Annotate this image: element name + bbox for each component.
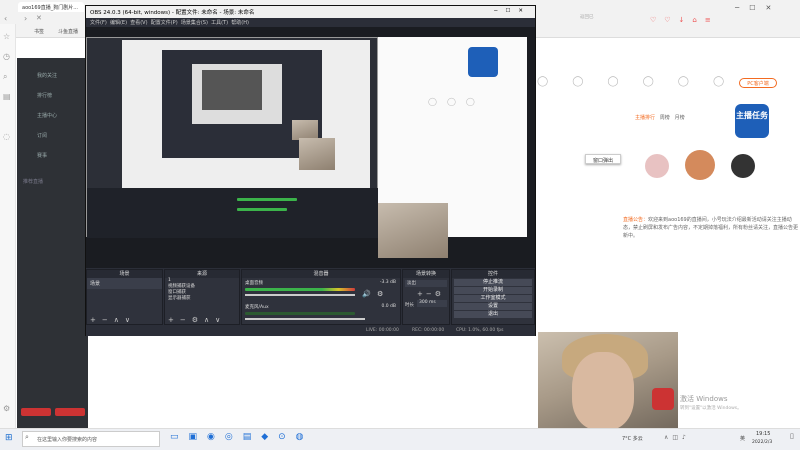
lang-indicator[interactable]: 英: [740, 435, 745, 442]
obs-statusbar: LIVE: 00:00:00 REC: 00:00:00 CPU: 1.0%, …: [86, 326, 535, 336]
desktop-meter: [245, 288, 355, 291]
rec-time: REC: 00:00:00: [412, 328, 445, 333]
popup-button[interactable]: 窗口弹出: [585, 154, 621, 164]
start-record-button[interactable]: 开始录制: [454, 287, 532, 294]
reload-icon[interactable]: ✕: [36, 14, 42, 22]
sources-header: 来源: [165, 270, 239, 278]
exit-button[interactable]: 退出: [454, 311, 532, 318]
taskbar-app-icons[interactable]: ▭▣◉◎▤◆⊙◍: [170, 432, 314, 442]
forward-icon[interactable]: ›: [24, 14, 27, 23]
search-icon[interactable]: ⌕: [3, 72, 7, 82]
settings-button[interactable]: 设置: [454, 303, 532, 310]
site-sidebar: 我的关注 排行榜 主播中心 订阅 赛事 推荐直播: [17, 58, 88, 428]
controls-header: 控件: [452, 270, 534, 278]
history-icon[interactable]: ◷: [3, 52, 10, 61]
activate-watermark: 激活 Windows: [680, 395, 728, 403]
taskbar-search-input[interactable]: 在这里输入你要搜索的内容: [22, 431, 160, 447]
nested-obs: [162, 50, 322, 158]
windows-start-icon[interactable]: ⊞: [5, 433, 13, 443]
browser-tab[interactable]: aoo169直播_狗门剧片...: [18, 2, 84, 12]
mic-label: 麦克风/Aux: [245, 305, 269, 310]
chat-icon[interactable]: ◌: [3, 132, 10, 141]
controls-panel: 控件 停止推流 开始录制 工作室模式 设置 退出: [451, 269, 535, 325]
search-icon: ⌕: [25, 433, 29, 441]
back-icon[interactable]: ‹: [4, 14, 7, 23]
nested-webcam: [299, 138, 335, 170]
transitions-header: 场景转换: [403, 270, 449, 278]
sidebar-red-button[interactable]: [21, 408, 51, 416]
mic-meter: [245, 312, 355, 315]
obs-window: OBS 24.0.3 (64-bit, windows) - 配置文件: 未命名…: [85, 5, 536, 336]
sidebar-red-button-2[interactable]: [55, 408, 85, 416]
star-icon[interactable]: ☆: [3, 32, 10, 41]
sidebar-item[interactable]: 主播中心: [37, 112, 57, 119]
webcam-person-face: [572, 352, 634, 430]
mic-db: 0.0 dB: [381, 304, 396, 309]
transition-select[interactable]: 淡出: [405, 280, 447, 287]
avatar[interactable]: [685, 150, 715, 180]
desktop-volume-slider[interactable]: [245, 294, 355, 296]
scene-toolbar[interactable]: +−∧∨: [90, 316, 136, 324]
weather-label[interactable]: 7°C 多云: [622, 435, 643, 442]
stop-stream-button[interactable]: 停止推流: [454, 279, 532, 286]
obs-menu[interactable]: 文件(F) 编辑(E) 查看(V) 配置文件(P) 场景集合(S) 工具(T) …: [86, 18, 535, 27]
avatar[interactable]: [731, 154, 755, 178]
rank-tabs[interactable]: 主播排行 周榜 月榜: [635, 114, 795, 124]
announcement: 直播公告：欢迎来到aoo169的直播间，小号玩法介绍最新活动请关注主播动态，禁止…: [623, 217, 799, 239]
obs-preview[interactable]: ◯◯◯: [86, 27, 535, 268]
mixer-panel: 混音器 桌面音频 -3.3 dB 🔊 ⚙ 麦克风/Aux 0.0 dB: [241, 269, 401, 325]
desktop-audio-db: -3.3 dB: [379, 280, 396, 285]
transition-toolbar[interactable]: +−⚙: [417, 290, 444, 298]
tray-icons[interactable]: ∧◫♪: [664, 434, 690, 441]
scene-item[interactable]: 场景: [87, 278, 162, 289]
clock-time[interactable]: 19:15: [756, 431, 770, 437]
sidebar-section: 推荐直播: [23, 179, 44, 185]
studio-mode-button[interactable]: 工作室模式: [454, 295, 532, 302]
promo-badge[interactable]: 主播任务: [735, 104, 769, 138]
nested-docks: [87, 188, 379, 238]
source-toolbar[interactable]: +−⚙∧∨: [168, 316, 226, 324]
doc-icon[interactable]: ▤: [3, 92, 11, 101]
sources-panel: 来源 1 视频捕获设备 窗口捕获 显示器捕获 +−⚙∧∨: [164, 269, 240, 325]
scenes-header: 场景: [87, 270, 162, 278]
mic-volume-slider[interactable]: [245, 318, 365, 320]
sidebar-item[interactable]: 订阅: [37, 132, 47, 139]
activate-watermark-sub: 转到"设置"以激活 Windows。: [680, 406, 742, 411]
transitions-panel: 场景转换 淡出 +−⚙ 时长 300 ms: [402, 269, 450, 325]
cpu-fps: CPU: 1.0%, 60.00 fps: [456, 328, 504, 333]
duration-label: 时长: [405, 303, 414, 308]
sidebar-item[interactable]: 排行榜: [37, 92, 52, 99]
webcam-overlay: [538, 332, 678, 436]
webcam-logo: [652, 388, 674, 410]
obs-title: OBS 24.0.3 (64-bit, windows) - 配置文件: 未命名…: [86, 6, 535, 18]
duration-input[interactable]: 300 ms: [417, 300, 447, 307]
settings-icon[interactable]: ⚙: [3, 404, 10, 413]
bookmark-douyu[interactable]: 斗鱼直播: [58, 28, 78, 35]
clock-date[interactable]: 2022/2/3: [752, 440, 772, 445]
sidebar-item[interactable]: 我的关注: [37, 72, 57, 79]
window-controls[interactable]: ─☐✕: [735, 4, 781, 12]
nested-obs-preview: [192, 64, 282, 124]
gear-icon[interactable]: ⚙: [377, 290, 383, 298]
speaker-icon[interactable]: 🔊: [362, 290, 371, 298]
browser-siderail: ☆ ◷ ⌕ ▤ ◌ ⚙: [0, 24, 16, 428]
bookmark-label[interactable]: 书签: [34, 28, 44, 35]
scenes-panel: 场景 场景 +−∧∨: [86, 269, 163, 325]
sidebar-item[interactable]: 赛事: [37, 152, 47, 159]
source-item[interactable]: 显示器捕获: [168, 296, 236, 302]
pc-client-button[interactable]: PC客户端: [739, 78, 777, 88]
nested-browser: [122, 40, 370, 200]
desktop-audio-label: 桌面音频: [245, 281, 263, 286]
toolbar-icons: ♡♡↓⌂≡: [650, 16, 719, 24]
avatar[interactable]: [645, 154, 669, 178]
live-time: LIVE: 00:00:00: [366, 328, 399, 333]
nested-webcam-2: [378, 203, 448, 258]
notification-icon[interactable]: ▯: [790, 432, 794, 440]
mixer-header: 混音器: [242, 270, 400, 278]
nested-window: [86, 37, 379, 238]
address-text: 返回已: [580, 15, 594, 20]
obs-window-controls[interactable]: ─☐✕: [494, 8, 531, 14]
